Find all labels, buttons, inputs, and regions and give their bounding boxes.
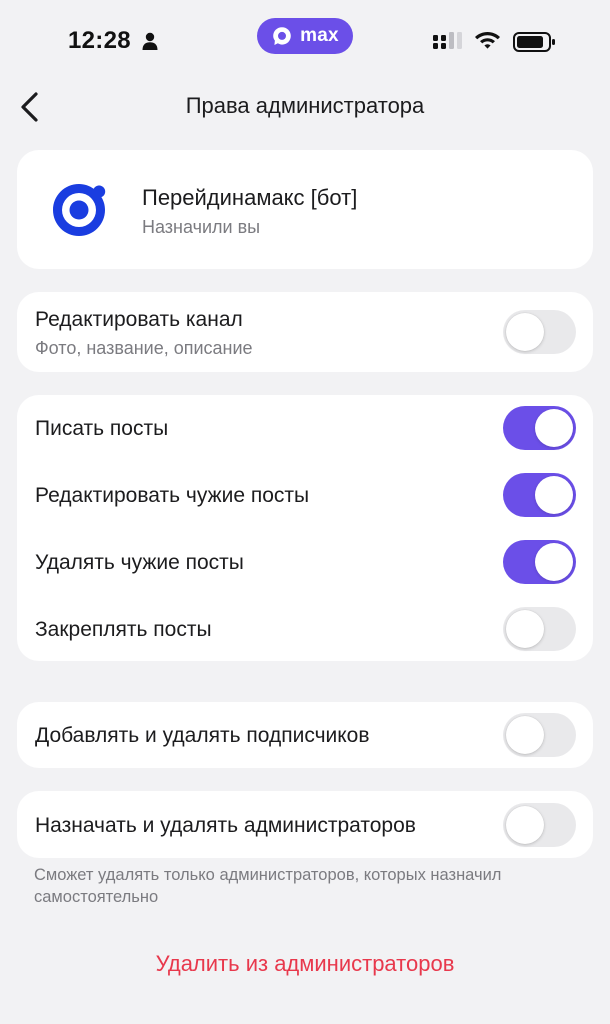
max-logo-icon [273, 27, 291, 45]
permission-label: Писать посты [35, 417, 169, 440]
subscribers-permission-card: Добавлять и удалять подписчиков [17, 702, 593, 768]
person-icon [142, 32, 158, 50]
toggle-pin-posts[interactable] [503, 607, 576, 651]
permission-label: Назначать и удалять администраторов [35, 814, 416, 837]
status-time: 12:28 [68, 27, 131, 54]
permission-row-edit-channel[interactable]: Редактировать канал Фото, название, опис… [17, 292, 593, 372]
permission-row-pin-posts[interactable]: Закреплять посты [17, 595, 593, 661]
bot-name: Перейдинамакс [бот] [142, 185, 358, 210]
permission-row-write-posts[interactable]: Писать посты [17, 395, 593, 461]
permission-label: Добавлять и удалять подписчиков [35, 724, 370, 747]
toggle-manage-subscribers[interactable] [503, 713, 576, 757]
toggle-delete-others-posts[interactable] [503, 540, 576, 584]
battery-icon [513, 32, 555, 52]
toggle-write-posts[interactable] [503, 406, 576, 450]
admins-footnote: Сможет удалять только администраторов, к… [34, 866, 502, 906]
toggle-edit-others-posts[interactable] [503, 473, 576, 517]
bot-logo-icon [53, 184, 106, 236]
admins-permission-card: Назначать и удалять администраторов [17, 791, 593, 858]
permission-row-manage-subscribers[interactable]: Добавлять и удалять подписчиков [17, 702, 593, 768]
permission-label: Редактировать канал [35, 308, 243, 331]
permission-label: Закреплять посты [35, 618, 212, 641]
edit-channel-card: Редактировать канал Фото, название, опис… [17, 292, 593, 372]
posts-permissions-card: Писать посты Редактировать чужие посты У… [17, 395, 593, 661]
permission-row-manage-admins[interactable]: Назначать и удалять администраторов [17, 791, 593, 858]
status-bar: 12:28 max [0, 0, 610, 84]
max-pill-label: max [300, 25, 339, 46]
toggle-manage-admins[interactable] [503, 803, 576, 847]
max-app-pill[interactable]: max [257, 18, 353, 54]
bot-assigned-by: Назначили вы [142, 217, 261, 237]
permission-row-delete-others-posts[interactable]: Удалять чужие посты [17, 528, 593, 595]
page-title: Права администратора [185, 93, 425, 118]
admin-rights-screen: 12:28 max Права администратора Перейдина… [0, 0, 610, 1024]
permission-row-edit-others-posts[interactable]: Редактировать чужие посты [17, 461, 593, 528]
permission-label: Редактировать чужие посты [35, 484, 310, 507]
bot-profile-card[interactable]: Перейдинамакс [бот] Назначили вы [17, 150, 593, 269]
remove-admin-button[interactable]: Удалить из администраторов [0, 951, 610, 977]
permission-label: Удалять чужие посты [35, 551, 244, 574]
wifi-icon [475, 32, 500, 49]
permission-sublabel: Фото, название, описание [35, 338, 253, 358]
cellular-signal-icon [433, 32, 462, 49]
toggle-edit-channel[interactable] [503, 310, 576, 354]
